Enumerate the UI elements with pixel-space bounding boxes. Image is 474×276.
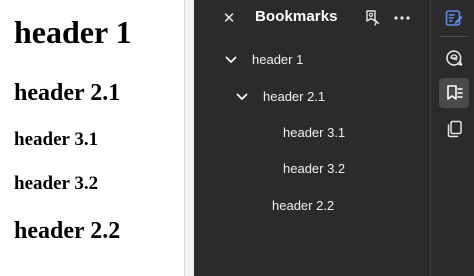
bookmarks-panel: ✕ Bookmarks header 1 header 2.1 header 3… [194,0,430,276]
doc-heading-header-2-2: header 2.2 [14,218,121,244]
bookmark-label: header 3.2 [283,161,346,176]
doc-heading-header-2-1: header 2.1 [14,80,121,106]
doc-heading-header-3-1: header 3.1 [14,129,99,150]
bookmark-item-header-1[interactable]: header 1 [222,48,303,72]
doc-heading-header-3-2: header 3.2 [14,173,99,194]
bookmark-label: header 3.1 [283,125,346,140]
bookmark-item-header-2-1[interactable]: header 2.1 [233,85,325,109]
document-scroll-gutter[interactable] [184,0,194,276]
bookmark-label: header 1 [252,52,304,67]
bookmarks-icon[interactable] [439,78,469,108]
panel-title: Bookmarks [255,8,338,25]
pages-icon[interactable] [439,114,469,144]
rail-divider [440,36,468,37]
add-bookmark-icon[interactable] [360,6,384,30]
document-page: header 1 header 2.1 header 3.1 header 3.… [0,0,184,276]
tools-rail [430,0,474,276]
bookmark-item-header-2-2[interactable]: header 2.2 [272,194,334,218]
bookmark-label: header 2.1 [263,89,326,104]
close-icon[interactable]: ✕ [218,7,240,29]
doc-heading-header-1: header 1 [14,14,132,50]
chevron-down-icon[interactable] [233,88,251,106]
chevron-down-icon[interactable] [222,51,240,69]
edit-pdf-icon[interactable] [439,3,469,33]
bookmark-item-header-3-1[interactable]: header 3.1 [283,121,345,145]
more-options-icon[interactable] [390,6,414,30]
bookmark-item-header-3-2[interactable]: header 3.2 [283,157,345,181]
comment-icon[interactable] [439,43,469,73]
bookmark-label: header 2.2 [272,198,335,213]
